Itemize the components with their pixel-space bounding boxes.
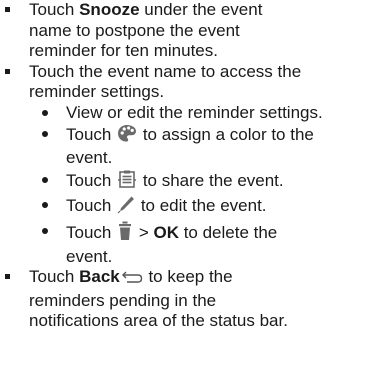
pencil-icon: [117, 195, 135, 220]
line: notifications area of the status bar.: [29, 311, 288, 331]
share-icon: [117, 170, 137, 195]
back-label: Back: [79, 267, 120, 287]
trash-icon: [117, 221, 133, 247]
line: View or edit the reminder settings.: [66, 102, 323, 122]
square-bullet: [5, 274, 10, 280]
round-bullet: [42, 176, 48, 183]
line: event.: [66, 246, 113, 266]
line: Touch to assign a color to the: [66, 124, 366, 149]
list-item: Touch Back to keep the reminders pending…: [0, 267, 366, 332]
line: reminder settings.: [29, 82, 165, 102]
line: Touch Back to keep the: [29, 267, 366, 291]
round-bullet: [42, 202, 48, 209]
line: name to postpone the event: [29, 20, 240, 40]
square-bullet: [5, 68, 10, 74]
ok-label: OK: [153, 222, 179, 242]
back-arrow-icon: [121, 269, 143, 291]
line: event.: [66, 148, 113, 168]
list-item: Touch Snooze under the event name to pos…: [0, 0, 366, 62]
round-bullet: [42, 130, 48, 137]
sub-list-item: Touch > OK to delete the event.: [0, 221, 366, 267]
line: Touch to share the event.: [66, 170, 366, 195]
square-bullet: [5, 7, 10, 12]
line: Touch the event name to access the: [29, 61, 302, 81]
line: Touch Snooze under the event: [29, 0, 263, 19]
palette-icon: [117, 124, 137, 149]
snooze-label: Snooze: [79, 0, 140, 19]
sub-list-item: Touch to edit the event.: [0, 195, 366, 220]
line: reminder for ten minutes.: [29, 41, 218, 61]
sub-list-item: Touch to assign a color to the event.: [0, 124, 366, 169]
line: reminders pending in the: [29, 290, 217, 310]
sub-list-item: Touch to share the event.: [0, 170, 366, 195]
sub-list-item: View or edit the reminder settings.: [0, 103, 366, 124]
round-bullet: [42, 109, 48, 116]
line: Touch > OK to delete the: [66, 221, 366, 247]
list-item: Touch the event name to access the remin…: [0, 62, 366, 103]
round-bullet: [42, 227, 48, 234]
line: Touch to edit the event.: [66, 195, 366, 220]
instructions-list: Touch Snooze under the event name to pos…: [0, 0, 366, 369]
